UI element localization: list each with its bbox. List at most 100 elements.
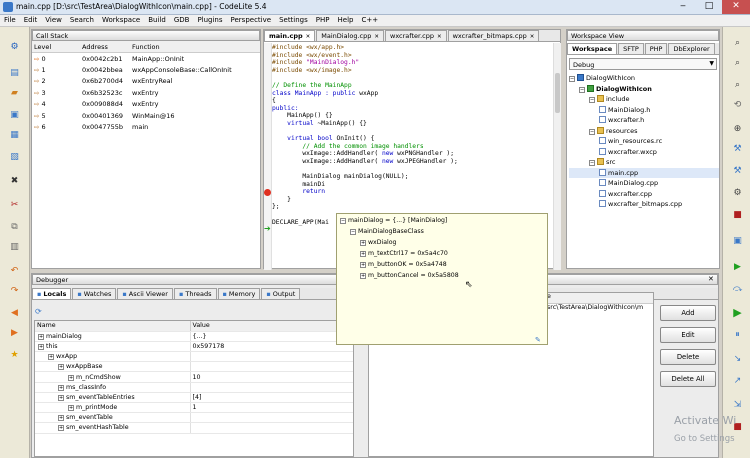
column-header[interactable]: Name xyxy=(35,321,191,332)
close-icon[interactable]: ✖ xyxy=(7,175,22,187)
stop-build-icon[interactable]: ■ xyxy=(730,209,745,221)
tree-node[interactable]: main.cpp xyxy=(569,167,719,178)
tree-node[interactable]: wxcrafter.h xyxy=(569,115,719,126)
delete-all-button[interactable]: Delete All xyxy=(660,371,716,387)
show-cursor-icon[interactable]: ⇲ xyxy=(730,399,745,411)
cut-icon[interactable]: ✂ xyxy=(7,199,22,211)
tree-node[interactable]: wxcrafter.wxcp xyxy=(569,147,719,158)
expand-icon[interactable]: + xyxy=(68,374,74,381)
expand-icon[interactable]: + xyxy=(58,425,64,432)
stack-frame-row[interactable]: ⇨ 3 0x6b32523c wxEntry xyxy=(32,87,260,99)
tree-node[interactable]: wxcrafter_bitmaps.cpp xyxy=(569,199,719,210)
locals-row[interactable]: + wxApp xyxy=(35,351,353,363)
tooltip-item[interactable]: + m_buttonCancel = 0x5a5808 xyxy=(340,271,544,282)
locals-row[interactable]: + sm_eventTableEntries [4] xyxy=(35,392,353,404)
collapse-icon[interactable]: − xyxy=(340,218,346,224)
editor-tab[interactable]: wxcrafter.cpp ✕ xyxy=(385,30,447,41)
tab-close-icon[interactable]: ✕ xyxy=(306,34,311,40)
expand-icon[interactable]: + xyxy=(58,364,64,371)
build-icon[interactable]: ⚒ xyxy=(730,143,745,155)
breakpoint-icon[interactable] xyxy=(264,189,271,196)
column-header[interactable]: Address xyxy=(80,41,130,53)
back-icon[interactable]: ◀ xyxy=(7,307,22,319)
tooltip-item[interactable]: + wxDialog xyxy=(340,238,544,249)
find-icon[interactable]: ⌕ xyxy=(730,57,745,69)
refresh-icon[interactable]: ⟳ xyxy=(35,307,45,316)
step-out-icon[interactable]: ↗ xyxy=(730,375,745,387)
workspace-tab[interactable]: SFTP xyxy=(618,43,644,54)
collapse-icon[interactable]: − xyxy=(350,229,356,235)
stack-frame-row[interactable]: ⇨ 4 0x009088d4 wxEntry xyxy=(32,99,260,111)
stack-frame-row[interactable]: ⇨ 0 0x0042c2b1 MainApp::OnInit xyxy=(32,53,260,65)
collapse-icon[interactable]: − xyxy=(589,160,595,166)
expand-icon[interactable]: + xyxy=(58,394,64,401)
expand-icon[interactable]: + xyxy=(48,354,54,361)
step-in-icon[interactable]: ↘ xyxy=(730,353,745,365)
stack-frame-row[interactable]: ⇨ 6 0x0047755b main xyxy=(32,122,260,134)
resize-grip-icon[interactable]: ✎ xyxy=(535,335,541,346)
debugger-tab[interactable]: ▪ Watches xyxy=(72,288,117,299)
locals-row[interactable]: + mainDialog {...} xyxy=(35,331,353,342)
tree-node[interactable]: wxcrafter.cpp xyxy=(569,189,719,200)
menu-item-c[interactable]: C++ xyxy=(357,15,382,24)
debugger-tab[interactable]: ▪ Memory xyxy=(217,288,261,299)
tree-node[interactable]: win_resources.rc xyxy=(569,136,719,147)
paste-icon[interactable]: ▥ xyxy=(7,241,22,253)
locals-row[interactable]: + this 0x597178 xyxy=(35,341,353,353)
menu-item-php[interactable]: PHP xyxy=(312,15,334,24)
tree-node[interactable]: − DialogWithIcon xyxy=(569,73,719,84)
expand-icon[interactable]: + xyxy=(360,262,366,268)
expand-icon[interactable]: + xyxy=(360,273,366,279)
locals-row[interactable]: + ms_classInfo xyxy=(35,382,353,393)
locals-row[interactable]: + wxAppBase xyxy=(35,361,353,373)
tooltip-root[interactable]: − mainDialog = {...} [MainDialog] xyxy=(340,216,544,227)
editor-tab[interactable]: wxcrafter_bitmaps.cpp ✕ xyxy=(447,30,540,41)
tab-close-icon[interactable]: ✕ xyxy=(374,34,379,40)
tooltip-item[interactable]: + m_buttonOK = 0x5a4748 xyxy=(340,260,544,271)
editor-tab[interactable]: MainDialog.cpp ✕ xyxy=(316,30,384,41)
workspace-tab[interactable]: Workspace xyxy=(567,43,618,54)
menu-item-view[interactable]: View xyxy=(41,15,66,24)
new-workspace-icon[interactable]: ⚙ xyxy=(7,41,22,53)
zoom-icon[interactable]: ⊕ xyxy=(730,123,745,135)
expand-icon[interactable]: + xyxy=(360,240,366,246)
collapse-icon[interactable]: − xyxy=(569,76,575,82)
expand-icon[interactable]: + xyxy=(360,251,366,257)
collapse-icon[interactable]: − xyxy=(589,128,595,135)
locals-row[interactable]: + m_printMode 1 xyxy=(35,402,353,414)
menu-item-build[interactable]: Build xyxy=(144,15,170,24)
tooltip-item[interactable]: − MainDialogBaseClass xyxy=(340,227,544,238)
stack-frame-row[interactable]: ⇨ 1 0x0042bbea wxAppConsoleBase::CallOnInit xyxy=(32,64,260,76)
forward-icon[interactable]: ▶ xyxy=(7,327,22,339)
tab-close-icon[interactable]: ✕ xyxy=(437,34,442,40)
edit-button[interactable]: Edit xyxy=(660,327,716,343)
save-icon[interactable]: ▣ xyxy=(7,109,22,121)
delete-button[interactable]: Delete xyxy=(660,349,716,365)
close-panel-icon[interactable]: ✕ xyxy=(708,275,714,283)
replace-icon[interactable]: ⟲ xyxy=(730,99,745,111)
debugger-tab[interactable]: ▪ Ascii Viewer xyxy=(117,288,173,299)
menu-item-settings[interactable]: Settings xyxy=(275,15,312,24)
locals-row[interactable]: + sm_eventTable xyxy=(35,412,353,424)
workspace-tab[interactable]: PHP xyxy=(644,43,668,54)
expand-icon[interactable]: + xyxy=(68,405,74,412)
close-file-icon[interactable]: ▧ xyxy=(7,151,22,163)
tree-node[interactable]: − DialogWithIcon xyxy=(569,84,719,95)
debugger-tab[interactable]: ▪ Locals xyxy=(32,288,72,299)
close-button[interactable]: ✕ xyxy=(722,0,750,14)
editor-tab[interactable]: main.cpp ✕ xyxy=(264,30,316,41)
expand-icon[interactable]: + xyxy=(58,384,64,391)
column-header[interactable]: Function xyxy=(130,41,260,53)
debugger-tab[interactable]: ▪ Threads xyxy=(173,288,217,299)
minimize-button[interactable]: ‒ xyxy=(670,0,696,14)
redo-icon[interactable]: ↷ xyxy=(7,285,22,297)
wrench-icon[interactable]: ⚙ xyxy=(730,187,745,199)
debugger-tab[interactable]: ▪ Output xyxy=(261,288,301,299)
open-file-icon[interactable]: ▰ xyxy=(7,87,22,99)
maximize-button[interactable]: □ xyxy=(696,0,722,14)
menu-item-workspace[interactable]: Workspace xyxy=(98,15,144,24)
collapse-icon[interactable]: − xyxy=(579,86,585,93)
stack-frame-row[interactable]: ⇨ 2 0x6b2700d4 wxEntryReal xyxy=(32,76,260,88)
tooltip-item[interactable]: + m_textCtrl17 = 0x5a4c70 xyxy=(340,249,544,260)
copy-icon[interactable]: ⧉ xyxy=(7,221,22,233)
